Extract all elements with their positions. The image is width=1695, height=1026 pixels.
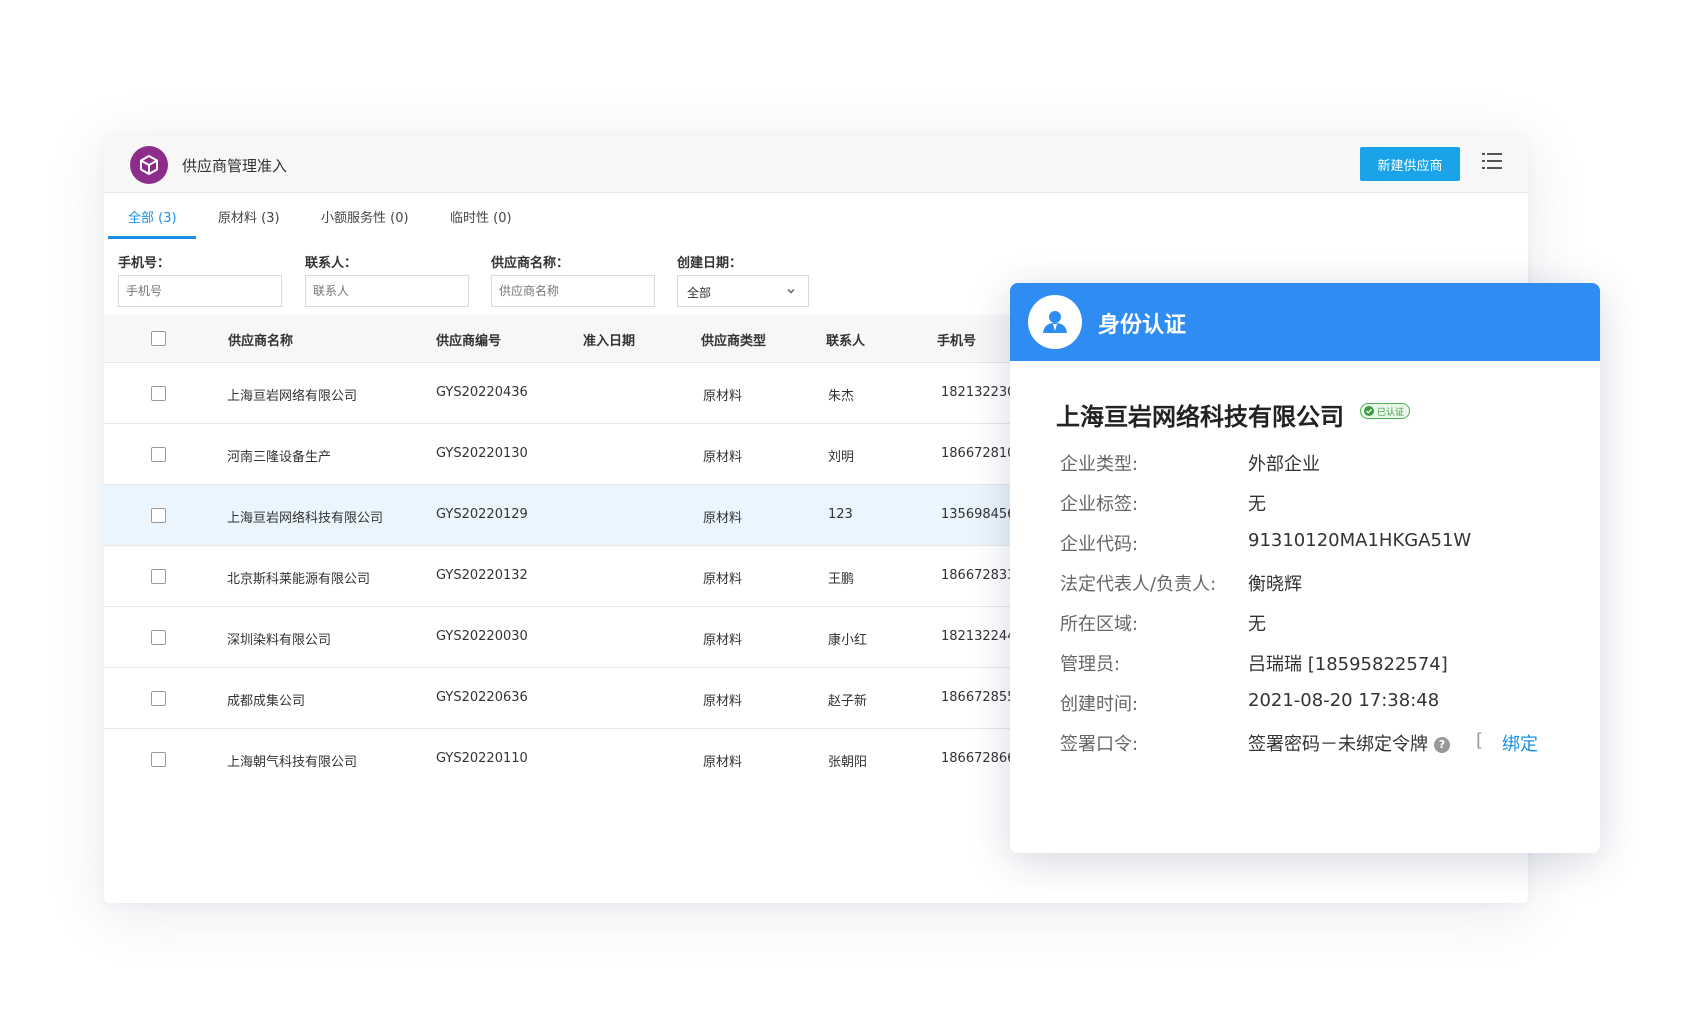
active-tab-indicator <box>108 236 196 239</box>
row-supplier-type: 原材料 <box>703 511 743 526</box>
admin-value: 吕瑞瑞 [18595822574] <box>1248 654 1448 675</box>
row-checkbox[interactable] <box>151 569 166 584</box>
column-header-phone[interactable]: 手机号 <box>937 330 976 349</box>
app-header: 供应商管理准入 新建供应商 <box>104 135 1528 193</box>
supplier-name-filter-input[interactable] <box>491 275 655 307</box>
column-header-entry-date[interactable]: 准入日期 <box>583 330 635 349</box>
enterprise-type-label: 企业类型: <box>1060 454 1139 475</box>
row-phone: 186672810 <box>941 446 1016 461</box>
identity-verification-popup: 身份认证 上海亘岩网络科技有限公司 已认证 企业类型: 外部企业 企业标签: 无… <box>1010 283 1600 853</box>
admin-label: 管理员: <box>1060 654 1121 675</box>
row-supplier-name: 成都成集公司 <box>227 694 306 709</box>
cube-logo-icon <box>130 146 168 184</box>
tab-small-services[interactable]: 小额服务性 (0) <box>321 207 409 226</box>
popup-title: 身份认证 <box>1098 313 1187 338</box>
user-avatar-icon <box>1028 295 1082 349</box>
bind-bracket: [ <box>1476 730 1484 751</box>
enterprise-tag-value: 无 <box>1248 494 1266 515</box>
column-header-contact[interactable]: 联系人 <box>826 330 865 349</box>
contact-filter-input[interactable] <box>305 275 469 307</box>
enterprise-code-value: 91310120MA1HKGA51W <box>1248 530 1472 551</box>
row-contact: 王鹏 <box>828 572 855 587</box>
row-supplier-code: GYS20220130 <box>436 446 528 461</box>
tab-raw-materials[interactable]: 原材料 (3) <box>218 207 280 226</box>
row-phone: 186672855 <box>941 690 1016 705</box>
region-label: 所在区域: <box>1060 614 1139 635</box>
enterprise-code-label: 企业代码: <box>1060 534 1139 555</box>
row-supplier-type: 原材料 <box>703 633 743 648</box>
row-contact: 刘明 <box>828 450 855 465</box>
created-time-value: 2021-08-20 17:38:48 <box>1248 690 1440 711</box>
legal-rep-value: 衡晓辉 <box>1248 574 1302 595</box>
row-supplier-type: 原材料 <box>703 450 743 465</box>
row-contact: 康小红 <box>828 633 868 648</box>
category-tabs: 全部 (3) 原材料 (3) 小额服务性 (0) 临时性 (0) <box>104 193 1528 239</box>
verified-label: 已认证 <box>1377 407 1405 418</box>
row-supplier-code: GYS20220030 <box>436 629 528 644</box>
row-checkbox[interactable] <box>151 386 166 401</box>
verified-badge: 已认证 <box>1360 403 1411 419</box>
enterprise-type-value: 外部企业 <box>1248 454 1320 475</box>
signing-token-label: 签署口令: <box>1060 734 1139 755</box>
phone-filter-label: 手机号： <box>118 256 171 271</box>
supplier-name-filter-label: 供应商名称： <box>491 256 570 271</box>
row-checkbox[interactable] <box>151 691 166 706</box>
column-header-code[interactable]: 供应商编号 <box>436 330 501 349</box>
row-supplier-type: 原材料 <box>703 572 743 587</box>
company-name: 上海亘岩网络科技有限公司 <box>1056 403 1344 431</box>
row-supplier-name: 上海亘岩网络有限公司 <box>227 389 358 404</box>
row-checkbox[interactable] <box>151 752 166 767</box>
tab-all[interactable]: 全部 (3) <box>128 207 177 226</box>
enterprise-tag-label: 企业标签: <box>1060 494 1139 515</box>
signing-token-row: 签署密码－未绑定令牌? <box>1248 730 1450 756</box>
tab-temporary[interactable]: 临时性 (0) <box>450 207 512 226</box>
new-supplier-button[interactable]: 新建供应商 <box>1360 147 1460 181</box>
row-phone: 182132230 <box>941 385 1016 400</box>
created-date-select[interactable]: 全部 <box>677 275 809 307</box>
row-supplier-code: GYS20220129 <box>436 507 528 522</box>
legal-rep-label: 法定代表人/负责人: <box>1060 574 1217 595</box>
row-checkbox[interactable] <box>151 630 166 645</box>
contact-filter-label: 联系人： <box>305 256 358 271</box>
help-icon[interactable]: ? <box>1434 736 1450 753</box>
row-supplier-name: 北京斯科莱能源有限公司 <box>227 572 371 587</box>
row-phone: 135698456 <box>941 507 1016 522</box>
select-all-checkbox[interactable] <box>151 331 166 346</box>
row-supplier-name: 深圳染料有限公司 <box>227 633 332 648</box>
row-supplier-name: 上海亘岩网络科技有限公司 <box>227 511 384 526</box>
row-supplier-code: GYS20220110 <box>436 751 528 766</box>
created-date-value: 全部 <box>687 286 712 300</box>
row-contact: 张朝阳 <box>828 755 868 770</box>
row-contact: 赵子新 <box>828 694 868 709</box>
popup-header: 身份认证 <box>1010 283 1600 361</box>
column-header-type[interactable]: 供应商类型 <box>701 330 766 349</box>
row-phone: 186672833 <box>941 568 1016 583</box>
row-supplier-code: GYS20220132 <box>436 568 528 583</box>
row-phone: 182132244 <box>941 629 1016 644</box>
row-supplier-name: 河南三隆设备生产 <box>227 450 332 465</box>
row-checkbox[interactable] <box>151 508 166 523</box>
region-value: 无 <box>1248 614 1266 635</box>
signing-token-value: 签署密码－未绑定令牌 <box>1248 734 1428 755</box>
row-supplier-type: 原材料 <box>703 755 743 770</box>
app-title: 供应商管理准入 <box>182 157 288 175</box>
row-supplier-type: 原材料 <box>703 694 743 709</box>
row-checkbox[interactable] <box>151 447 166 462</box>
row-contact: 123 <box>828 507 853 522</box>
column-header-name[interactable]: 供应商名称 <box>228 330 293 349</box>
row-supplier-code: GYS20220436 <box>436 385 528 400</box>
created-time-label: 创建时间: <box>1060 694 1139 715</box>
row-phone: 186672866 <box>941 751 1016 766</box>
list-menu-icon[interactable] <box>1482 152 1502 170</box>
created-date-filter-label: 创建日期： <box>677 256 743 271</box>
check-icon <box>1364 406 1374 416</box>
row-supplier-type: 原材料 <box>703 389 743 404</box>
row-contact: 朱杰 <box>828 389 855 404</box>
chevron-down-icon <box>786 285 796 299</box>
phone-filter-input[interactable] <box>118 275 282 307</box>
bind-token-link[interactable]: 绑定 <box>1502 730 1538 756</box>
row-supplier-name: 上海朝气科技有限公司 <box>227 755 358 770</box>
row-supplier-code: GYS20220636 <box>436 690 528 705</box>
